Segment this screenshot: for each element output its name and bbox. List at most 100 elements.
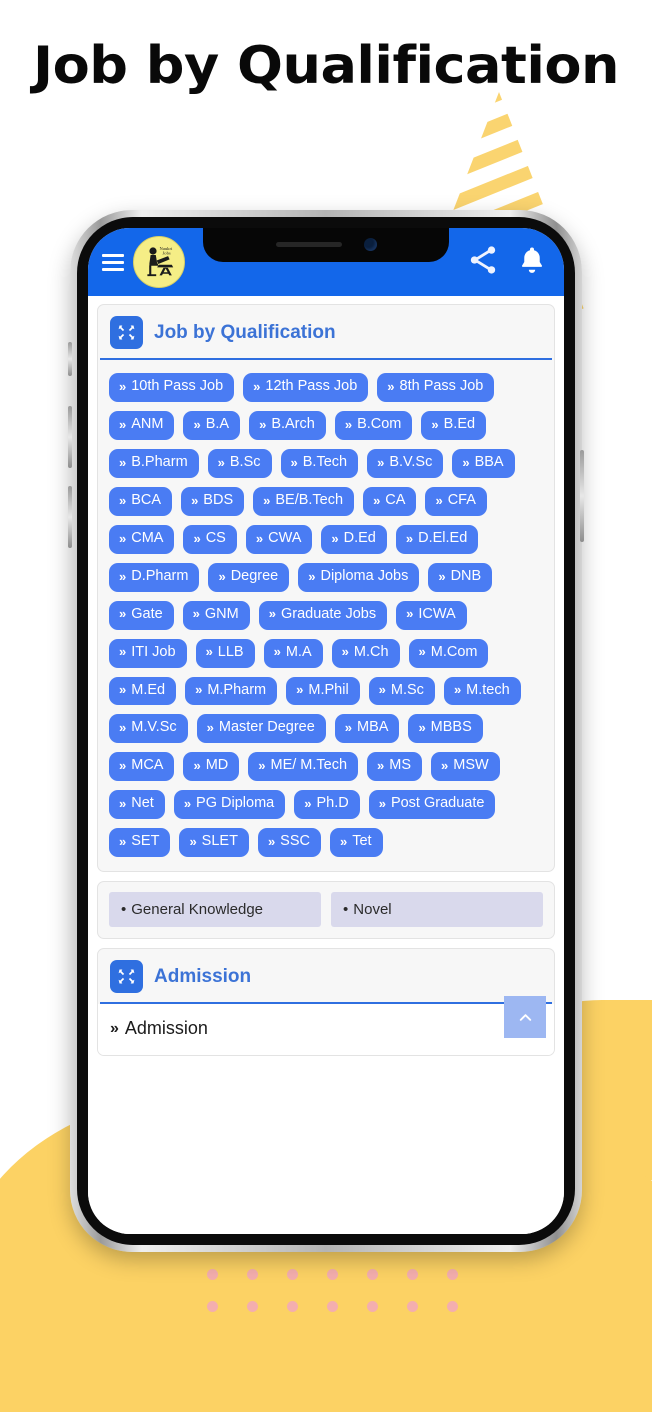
qualification-chip[interactable]: » Degree [208, 562, 290, 592]
chevron-marker-icon: » [217, 454, 225, 470]
qualification-chip[interactable]: » CA [363, 486, 417, 516]
qualification-chip[interactable]: » B.Pharm [109, 448, 199, 478]
list-item-admission[interactable]: » Admission [98, 996, 554, 1056]
phone-button-volume-up [68, 406, 72, 468]
qualification-chip[interactable]: » M.A [263, 638, 323, 668]
qualification-chip[interactable]: » SET [109, 828, 171, 858]
qualification-chip[interactable]: » MBA [334, 714, 400, 744]
qualification-chip-label: B.Com [357, 415, 402, 432]
qualification-chip[interactable]: » M.tech [443, 676, 521, 706]
qualification-chip[interactable]: » GNM [182, 600, 250, 630]
qualification-chip[interactable]: » B.V.Sc [367, 448, 444, 478]
qualification-chip[interactable]: » Graduate Jobs [258, 600, 388, 630]
qualification-chip[interactable]: » BDS [181, 486, 245, 516]
qualification-chip[interactable]: » DNB [428, 562, 493, 592]
qualification-chip[interactable]: » D.Ed [321, 524, 387, 554]
qualification-chip[interactable]: » M.Ch [331, 638, 400, 668]
qualification-chip[interactable]: » CFA [425, 486, 487, 516]
qualification-chip[interactable]: » MCA [109, 752, 175, 782]
qualification-chip-label: MCA [131, 757, 164, 774]
qualification-chip[interactable]: » CWA [245, 524, 313, 554]
qualification-chip-label: D.Ed [343, 529, 376, 546]
qualification-chip[interactable]: » B.Com [334, 410, 413, 440]
page-title: Job by Qualification [33, 36, 619, 96]
qualification-chip[interactable]: » M.V.Sc [109, 714, 188, 744]
qualification-chip[interactable]: » M.Sc [368, 676, 435, 706]
qualification-chip[interactable]: » ITI Job [109, 638, 187, 668]
qualification-chip[interactable]: » Net [109, 790, 165, 820]
qualification-chip-label: B.Arch [271, 415, 315, 432]
qualification-chip-list: » 10th Pass Job » 12th Pass Job » 8th Pass Jo… [98, 360, 554, 871]
chevron-marker-icon: » [119, 378, 126, 394]
qualification-chip-label: Master Degree [218, 719, 315, 736]
extra-link-pill[interactable]: • Novel [331, 892, 543, 928]
extra-link-pill[interactable]: • General Knowledge [109, 892, 321, 928]
qualification-chip[interactable]: » M.Ed [109, 676, 177, 706]
chevron-marker-icon: » [119, 682, 126, 698]
qualification-chip[interactable]: » SSC [257, 828, 321, 858]
bullet-icon: • [121, 901, 127, 919]
chevron-marker-icon: » [406, 606, 413, 622]
qualification-chip-label: Post Graduate [390, 795, 485, 812]
chevron-marker-icon: » [119, 606, 126, 622]
qualification-chip[interactable]: » BBA [452, 448, 515, 478]
chevron-marker-icon: » [405, 530, 413, 546]
qualification-chip[interactable]: » BCA [109, 486, 173, 516]
hamburger-icon[interactable] [102, 253, 124, 271]
qualification-chip[interactable]: » M.Phil [286, 676, 360, 706]
qualification-chip-label: B.Ed [443, 415, 476, 432]
chevron-marker-icon: » [206, 720, 214, 736]
qualification-chip[interactable]: » MSW [431, 752, 500, 782]
qualification-chip[interactable]: » MBBS [408, 714, 483, 744]
qualification-chip-label: D.El.Ed [418, 529, 468, 546]
chevron-marker-icon: » [304, 796, 311, 812]
phone-mockup: Naukri Jobs Job by Qualification » 10th … [68, 210, 584, 1252]
qualification-chip-label: CFA [447, 491, 476, 508]
qualification-chip[interactable]: » ME/ M.Tech [248, 752, 359, 782]
app-bar: Naukri Jobs [88, 228, 564, 296]
qualification-chip[interactable]: » MD [183, 752, 240, 782]
qualification-chip[interactable]: » MS [367, 752, 423, 782]
scroll-to-top-button[interactable] [504, 996, 546, 1039]
qualification-chip[interactable]: » D.El.Ed [395, 524, 479, 554]
qualification-chip[interactable]: » 10th Pass Job [109, 373, 235, 402]
qualification-chip[interactable]: » LLB [195, 638, 255, 668]
bell-icon[interactable] [516, 244, 548, 281]
qualification-chip[interactable]: » BE/B.Tech [253, 486, 355, 516]
qualification-chip[interactable]: » SLET [179, 828, 249, 858]
share-icon[interactable] [466, 243, 500, 282]
qualification-chip[interactable]: » Tet [330, 828, 383, 858]
qualification-chip[interactable]: » Diploma Jobs [298, 562, 420, 592]
qualification-chip-label: M.Pharm [207, 681, 267, 698]
qualification-chip[interactable]: » B.Tech [280, 448, 359, 478]
qualification-chip[interactable]: » B.Sc [207, 448, 272, 478]
qualification-chip-label: M.tech [466, 681, 510, 698]
phone-screen: Naukri Jobs Job by Qualification » 10th … [88, 228, 564, 1234]
qualification-chip[interactable]: » Gate [109, 600, 174, 630]
chevron-marker-icon: » [119, 492, 126, 508]
qualification-chip[interactable]: » 12th Pass Job [243, 373, 369, 402]
extra-link-label: Novel [353, 901, 392, 919]
qualification-chip[interactable]: » ANM [109, 410, 175, 440]
qualification-chip[interactable]: » D.Pharm [109, 562, 200, 592]
qualification-chip[interactable]: » ICWA [396, 600, 467, 630]
qualification-chip[interactable]: » Post Graduate [368, 790, 496, 820]
app-logo-icon[interactable]: Naukri Jobs [133, 236, 185, 288]
qualification-chip[interactable]: » Ph.D [294, 790, 360, 820]
qualification-chip-label: Gate [131, 605, 163, 622]
qualification-chip[interactable]: » B.Ed [421, 410, 487, 440]
qualification-chip[interactable]: » B.A [183, 410, 241, 440]
chevron-marker-icon: » [255, 530, 263, 546]
section-header: Job by Qualification [100, 305, 552, 360]
qualification-chip[interactable]: » CMA [109, 524, 175, 554]
svg-text:Jobs: Jobs [163, 250, 171, 255]
qualification-chip-label: ICWA [418, 605, 456, 622]
qualification-chip[interactable]: » Master Degree [196, 714, 326, 744]
qualification-chip[interactable]: » 8th Pass Job [377, 373, 495, 402]
qualification-chip[interactable]: » B.Arch [249, 410, 326, 440]
qualification-chip[interactable]: » PG Diploma [173, 790, 286, 820]
qualification-chip[interactable]: » M.Com [408, 638, 489, 668]
chevron-marker-icon: » [378, 682, 386, 698]
qualification-chip[interactable]: » M.Pharm [185, 676, 278, 706]
qualification-chip[interactable]: » CS [183, 524, 237, 554]
